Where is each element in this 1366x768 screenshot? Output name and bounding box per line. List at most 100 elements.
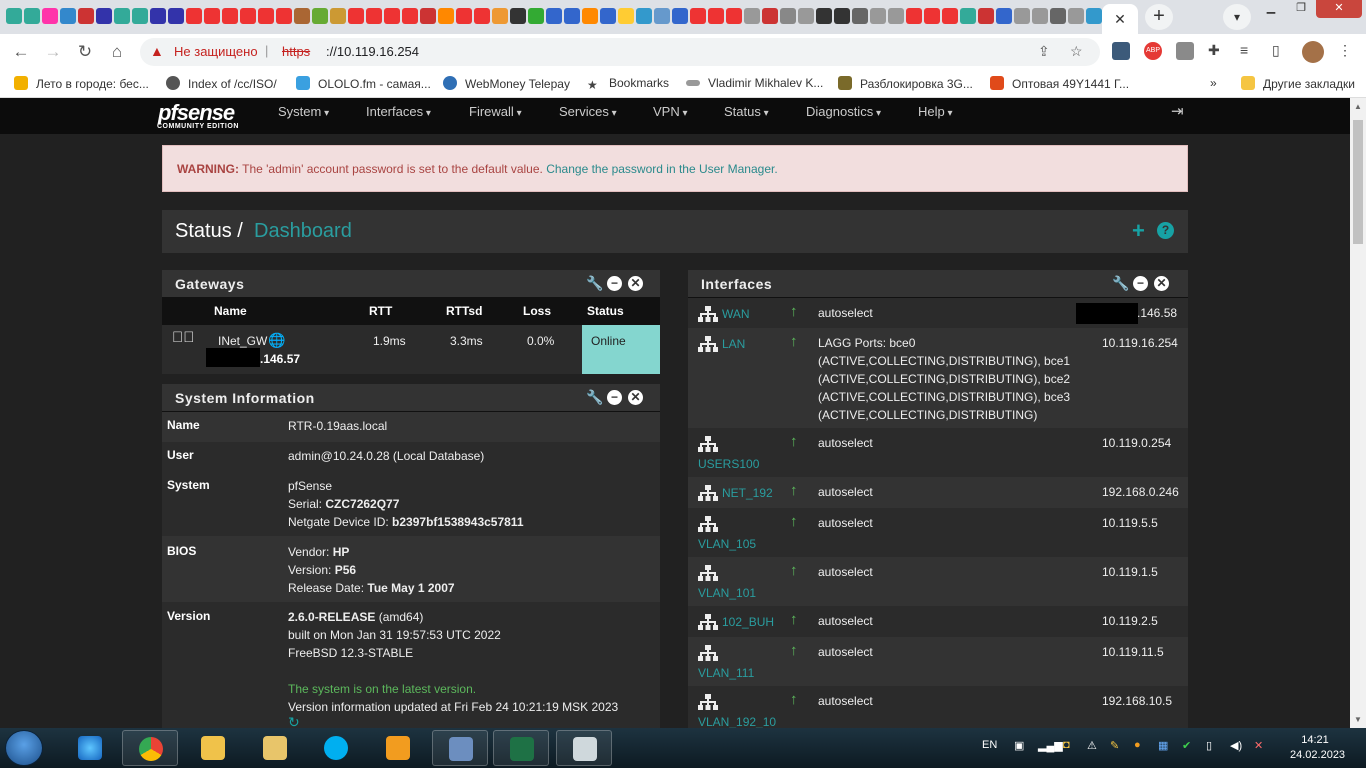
close-widget-icon[interactable]: ✕ bbox=[628, 276, 643, 291]
tab-favicon[interactable] bbox=[384, 8, 400, 24]
bookmark-item[interactable]: Разблокировка 3G... bbox=[838, 76, 973, 91]
page-scrollbar[interactable]: ▲ ▼ bbox=[1350, 98, 1366, 728]
tab-favicon[interactable] bbox=[852, 8, 868, 24]
paint-taskbar-icon[interactable] bbox=[556, 730, 612, 766]
interface-name-link[interactable]: 102_BUH bbox=[722, 615, 774, 629]
bookmark-item[interactable]: Vladimir Mikhalev K... bbox=[686, 76, 823, 90]
menu-system[interactable]: System bbox=[278, 104, 329, 119]
tab-favicon[interactable] bbox=[888, 8, 904, 24]
share-icon[interactable]: ⇪ bbox=[1038, 43, 1050, 60]
tab-favicon[interactable] bbox=[294, 8, 310, 24]
tab-favicon[interactable] bbox=[42, 8, 58, 24]
minimize-widget-icon[interactable]: − bbox=[607, 276, 622, 291]
address-bar[interactable]: ▲ Не защищено | https ://10.119.16.254 ⇪… bbox=[140, 38, 1100, 66]
wrench-icon[interactable]: 🔧 bbox=[586, 276, 603, 291]
explorer-taskbar-icon[interactable] bbox=[247, 730, 303, 766]
media-player-taskbar-icon[interactable] bbox=[370, 730, 426, 766]
remote-desktop-taskbar-icon[interactable] bbox=[432, 730, 488, 766]
tab-favicon[interactable] bbox=[150, 8, 166, 24]
window-close-icon[interactable]: ✕ bbox=[1316, 0, 1362, 18]
back-icon[interactable]: ← bbox=[10, 41, 32, 63]
bookmark-star-icon[interactable]: ☆ bbox=[1070, 43, 1083, 60]
tab-favicon[interactable] bbox=[978, 8, 994, 24]
adblock-plus-icon[interactable]: ABP bbox=[1144, 42, 1162, 60]
add-widget-icon[interactable]: + bbox=[1132, 218, 1145, 244]
breadcrumb-root-label[interactable]: Status bbox=[175, 220, 232, 242]
tab-favicon[interactable] bbox=[708, 8, 724, 24]
system-clock[interactable]: 14:21 24.02.2023 bbox=[1290, 733, 1345, 763]
tab-favicon[interactable] bbox=[492, 8, 508, 24]
tab-favicon[interactable] bbox=[258, 8, 274, 24]
breadcrumb-root[interactable]: Status / bbox=[175, 220, 243, 243]
interface-name-link[interactable]: VLAN_192_10 bbox=[698, 715, 776, 728]
menu-diagnostics[interactable]: Diagnostics bbox=[806, 104, 881, 119]
new-tab-button[interactable]: + bbox=[1145, 4, 1173, 30]
tab-favicon[interactable] bbox=[330, 8, 346, 24]
start-button[interactable] bbox=[5, 730, 43, 766]
tab-favicon[interactable] bbox=[402, 8, 418, 24]
tab-favicon[interactable] bbox=[996, 8, 1012, 24]
bookmark-item[interactable]: WebMoney Telepay bbox=[443, 76, 570, 91]
tab-favicon[interactable] bbox=[186, 8, 202, 24]
pinned-tab-favicons[interactable] bbox=[6, 8, 1102, 26]
tray-app-icon[interactable]: ▦ bbox=[1158, 739, 1168, 752]
signal-icon[interactable]: ▂▄▆ bbox=[1038, 739, 1063, 752]
browser-menu-icon[interactable]: ⋮ bbox=[1338, 42, 1352, 59]
close-widget-icon[interactable]: ✕ bbox=[628, 390, 643, 405]
tab-favicon[interactable] bbox=[924, 8, 940, 24]
more-bookmarks-button[interactable]: » bbox=[1210, 76, 1217, 90]
menu-status[interactable]: Status bbox=[724, 104, 769, 119]
tab-favicon[interactable] bbox=[456, 8, 472, 24]
minimize-widget-icon[interactable]: − bbox=[607, 390, 622, 405]
tab-favicon[interactable] bbox=[762, 8, 778, 24]
tab-favicon[interactable] bbox=[870, 8, 886, 24]
scrollbar-thumb[interactable] bbox=[1353, 120, 1363, 244]
tab-favicon[interactable] bbox=[528, 8, 544, 24]
reading-list-icon[interactable]: ≡ bbox=[1240, 42, 1248, 58]
menu-interfaces[interactable]: Interfaces bbox=[366, 104, 431, 119]
help-icon[interactable]: ? bbox=[1157, 222, 1174, 239]
tab-favicon[interactable] bbox=[240, 8, 256, 24]
menu-firewall[interactable]: Firewall bbox=[469, 104, 522, 119]
tab-favicon[interactable] bbox=[1068, 8, 1084, 24]
menu-vpn[interactable]: VPN bbox=[653, 104, 688, 119]
tray-app-icon[interactable]: ● bbox=[1134, 739, 1141, 751]
tab-favicon[interactable] bbox=[726, 8, 742, 24]
warning-icon[interactable]: ▲ bbox=[150, 43, 164, 59]
close-widget-icon[interactable]: ✕ bbox=[1154, 276, 1169, 291]
language-indicator[interactable]: EN bbox=[982, 739, 997, 751]
tab-favicon[interactable] bbox=[312, 8, 328, 24]
tab-favicon[interactable] bbox=[474, 8, 490, 24]
tab-favicon[interactable] bbox=[600, 8, 616, 24]
minimize-widget-icon[interactable]: − bbox=[1133, 276, 1148, 291]
tab-favicon[interactable] bbox=[96, 8, 112, 24]
active-tab[interactable]: ✕ bbox=[1102, 4, 1138, 34]
tab-favicon[interactable] bbox=[114, 8, 130, 24]
network-status-icon[interactable]: ✕ bbox=[1254, 739, 1263, 752]
tab-favicon[interactable] bbox=[906, 8, 922, 24]
minimize-icon[interactable]: ▁ bbox=[1256, 0, 1286, 18]
ie-taskbar-icon[interactable] bbox=[62, 730, 118, 766]
tray-app-icon[interactable]: ✎ bbox=[1110, 739, 1119, 752]
tab-favicon[interactable] bbox=[564, 8, 580, 24]
interface-name-link[interactable]: NET_192 bbox=[722, 486, 773, 500]
interface-name-link[interactable]: WAN bbox=[722, 307, 750, 321]
skype-taskbar-icon[interactable] bbox=[308, 730, 364, 766]
tab-favicon[interactable] bbox=[6, 8, 22, 24]
menu-help[interactable]: Help bbox=[918, 104, 953, 119]
tab-favicon[interactable] bbox=[168, 8, 184, 24]
tab-favicon[interactable] bbox=[222, 8, 238, 24]
chrome-taskbar-icon[interactable] bbox=[122, 730, 178, 766]
tab-favicon[interactable] bbox=[780, 8, 796, 24]
bookmark-item[interactable]: Лето в городе: бес... bbox=[14, 76, 149, 91]
refresh-icon[interactable]: ↻ bbox=[288, 714, 300, 728]
interface-name-link[interactable]: LAN bbox=[722, 337, 745, 351]
scroll-up-icon[interactable]: ▲ bbox=[1354, 102, 1362, 111]
tab-favicon[interactable] bbox=[1032, 8, 1048, 24]
tab-favicon[interactable] bbox=[1050, 8, 1066, 24]
side-panel-icon[interactable]: ▯ bbox=[1272, 42, 1280, 59]
security-label[interactable]: Не защищено bbox=[174, 44, 258, 59]
tab-favicon[interactable] bbox=[78, 8, 94, 24]
tray-app-icon[interactable]: ◘ bbox=[1063, 739, 1070, 751]
tab-favicon[interactable] bbox=[1086, 8, 1102, 24]
